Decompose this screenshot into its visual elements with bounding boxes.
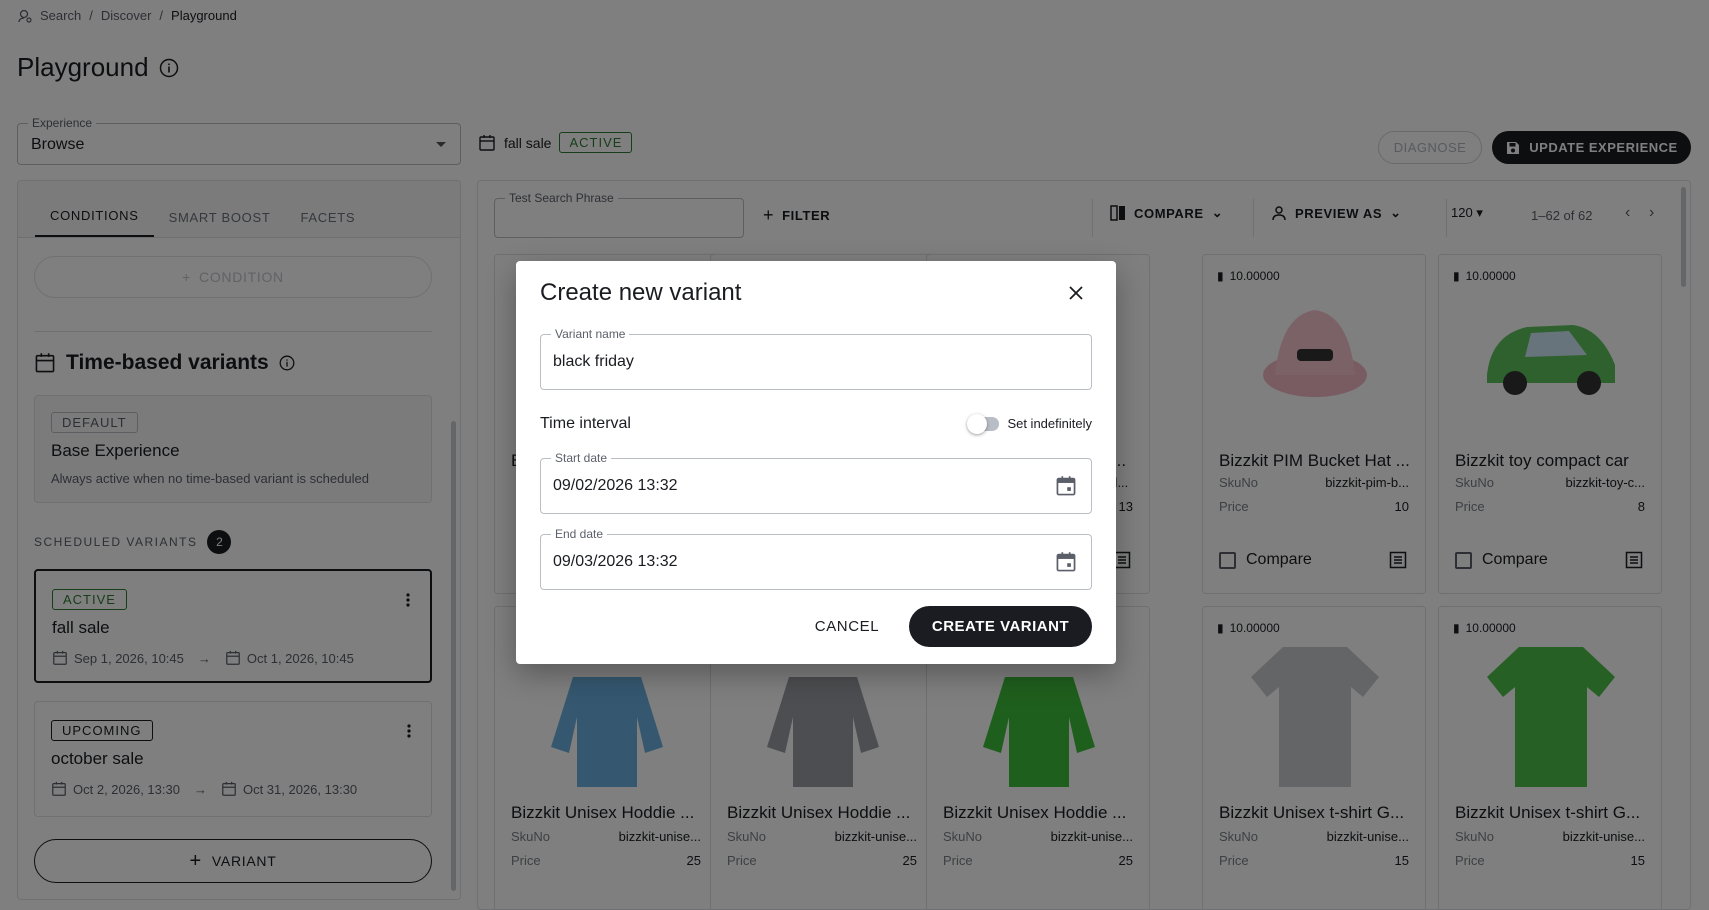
calendar-icon[interactable] <box>1055 551 1077 573</box>
calendar-icon[interactable] <box>1055 475 1077 497</box>
toggle-switch[interactable] <box>967 413 1000 434</box>
end-date-field[interactable]: End date 09/03/2026 13:32 <box>540 527 1092 590</box>
create-variant-button[interactable]: CREATE VARIANT <box>909 606 1092 647</box>
create-variant-dialog: Create new variant Variant name black fr… <box>516 261 1116 664</box>
start-date-label: Start date <box>551 451 612 465</box>
variant-name-field[interactable]: Variant name black friday <box>540 327 1092 390</box>
start-date-field[interactable]: Start date 09/02/2026 13:32 <box>540 451 1092 514</box>
dialog-title: Create new variant <box>540 279 742 306</box>
time-interval-label: Time interval <box>540 415 631 432</box>
variant-name-label: Variant name <box>551 327 630 341</box>
end-date-value: 09/03/2026 13:32 <box>553 553 678 570</box>
start-date-value: 09/02/2026 13:32 <box>553 477 678 494</box>
cancel-button[interactable]: CANCEL <box>806 606 888 646</box>
variant-name-value: black friday <box>553 353 634 370</box>
set-indefinitely-toggle[interactable]: Set indefinitely <box>967 413 1092 434</box>
set-indefinitely-label: Set indefinitely <box>1007 416 1092 431</box>
close-icon[interactable] <box>1068 285 1084 301</box>
end-date-label: End date <box>551 527 608 541</box>
